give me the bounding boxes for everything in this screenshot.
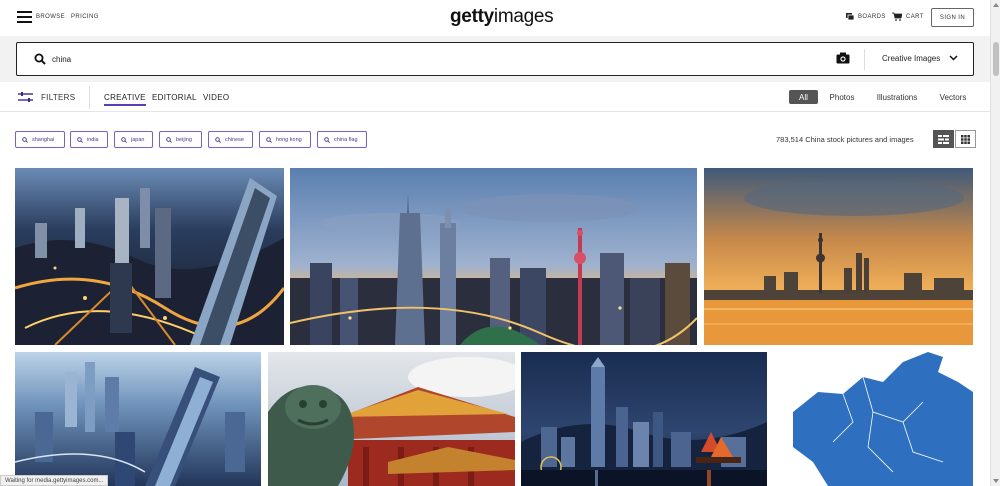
scroll-down-icon[interactable]	[993, 478, 999, 484]
search-band: Creative Images	[0, 36, 990, 82]
search-icon	[121, 136, 127, 143]
search-divider	[864, 49, 865, 70]
sign-in-button[interactable]: SIGN IN	[931, 8, 974, 27]
image-shanghai-bund-sunset	[704, 168, 973, 345]
image-tile-shanghai-bund-sunset[interactable]	[704, 168, 973, 345]
tab-creative[interactable]: CREATIVE	[104, 93, 146, 106]
chip-label: india	[87, 136, 99, 143]
camera-search-icon[interactable]	[836, 52, 850, 64]
media-type-photos[interactable]: Photos	[825, 90, 859, 104]
image-tile-china-map-blue[interactable]	[773, 352, 973, 486]
boards-link[interactable]: BOARDS	[858, 14, 886, 20]
cart-icon[interactable]	[892, 12, 902, 21]
result-count: 783,514 China stock pictures and images	[776, 135, 914, 144]
image-shanghai-aerial-blue	[15, 352, 261, 486]
search-bar: Creative Images	[16, 42, 974, 76]
related-search-chip[interactable]: chinese	[208, 131, 253, 148]
image-tile-shanghai-skyline-dusk[interactable]	[290, 168, 697, 345]
search-icon	[77, 136, 83, 143]
image-china-map-blue	[773, 352, 973, 486]
image-tile-hong-kong-harbour-night[interactable]	[521, 352, 767, 486]
grid-view-button[interactable]	[955, 130, 976, 148]
search-icon	[22, 136, 28, 143]
image-tile-forbidden-city-lion[interactable]	[268, 352, 515, 486]
chip-label: chinese	[225, 136, 244, 143]
related-search-chip[interactable]: china flag	[317, 131, 367, 148]
scrollbar-thumb[interactable]	[993, 42, 999, 76]
search-icon	[215, 136, 221, 143]
pricing-link[interactable]: PRICING	[71, 14, 99, 20]
scroll-up-icon[interactable]	[993, 2, 999, 8]
tab-editorial[interactable]: EDITORIAL	[152, 93, 197, 102]
related-search-chip[interactable]: hong kong	[259, 131, 311, 148]
browser-status-bar: Waiting for media.gettyimages.com...	[0, 475, 109, 486]
page-scrollbar[interactable]	[990, 0, 1000, 486]
media-type-all[interactable]: All	[789, 90, 818, 104]
top-header: BROWSE PRICING gettyimages BOARDS CART S…	[0, 0, 990, 36]
filters-button[interactable]: FILTERS	[41, 93, 75, 102]
search-icon	[266, 136, 272, 143]
image-shanghai-aerial-night	[15, 168, 284, 345]
search-input[interactable]	[52, 50, 812, 68]
filters-icon[interactable]	[18, 91, 33, 103]
getty-logo[interactable]: gettyimages	[450, 6, 554, 28]
mosaic-view-icon	[938, 134, 949, 144]
grid-view-icon	[961, 134, 970, 144]
image-tile-shanghai-aerial-night[interactable]	[15, 168, 284, 345]
image-tile-shanghai-aerial-blue[interactable]	[15, 352, 261, 486]
chip-label: beijing	[176, 136, 192, 143]
chip-label: hong kong	[276, 136, 302, 143]
related-search-chip[interactable]: japan	[114, 131, 153, 148]
image-hong-kong-harbour-night	[521, 352, 767, 486]
chip-label: shanghai	[32, 136, 55, 143]
search-icon[interactable]	[34, 53, 46, 65]
image-shanghai-skyline-dusk	[290, 168, 697, 345]
boards-icon[interactable]	[846, 12, 854, 20]
chip-label: japan	[131, 136, 145, 143]
tab-video[interactable]: VIDEO	[203, 93, 229, 102]
related-search-chip[interactable]: shanghai	[15, 131, 65, 148]
image-forbidden-city-lion	[268, 352, 515, 486]
chevron-down-icon[interactable]	[949, 55, 958, 61]
search-icon	[166, 136, 172, 143]
media-type-illustrations[interactable]: Illustrations	[870, 90, 924, 104]
related-search-chip[interactable]: india	[70, 131, 108, 148]
getty-search-page: BROWSE PRICING gettyimages BOARDS CART S…	[0, 0, 1000, 486]
cart-link[interactable]: CART	[906, 14, 924, 20]
menu-icon[interactable]	[17, 11, 32, 23]
image-type-select[interactable]: Creative Images	[882, 54, 940, 63]
media-type-vectors[interactable]: Vectors	[934, 90, 972, 104]
browse-link[interactable]: BROWSE	[36, 14, 65, 20]
chip-label: china flag	[334, 136, 358, 143]
related-search-chip[interactable]: beijing	[159, 131, 202, 148]
filter-divider	[89, 86, 90, 109]
filter-row: FILTERS CREATIVE EDITORIAL VIDEO All Pho…	[0, 82, 990, 112]
mosaic-view-button[interactable]	[933, 130, 954, 148]
search-icon	[324, 136, 330, 143]
